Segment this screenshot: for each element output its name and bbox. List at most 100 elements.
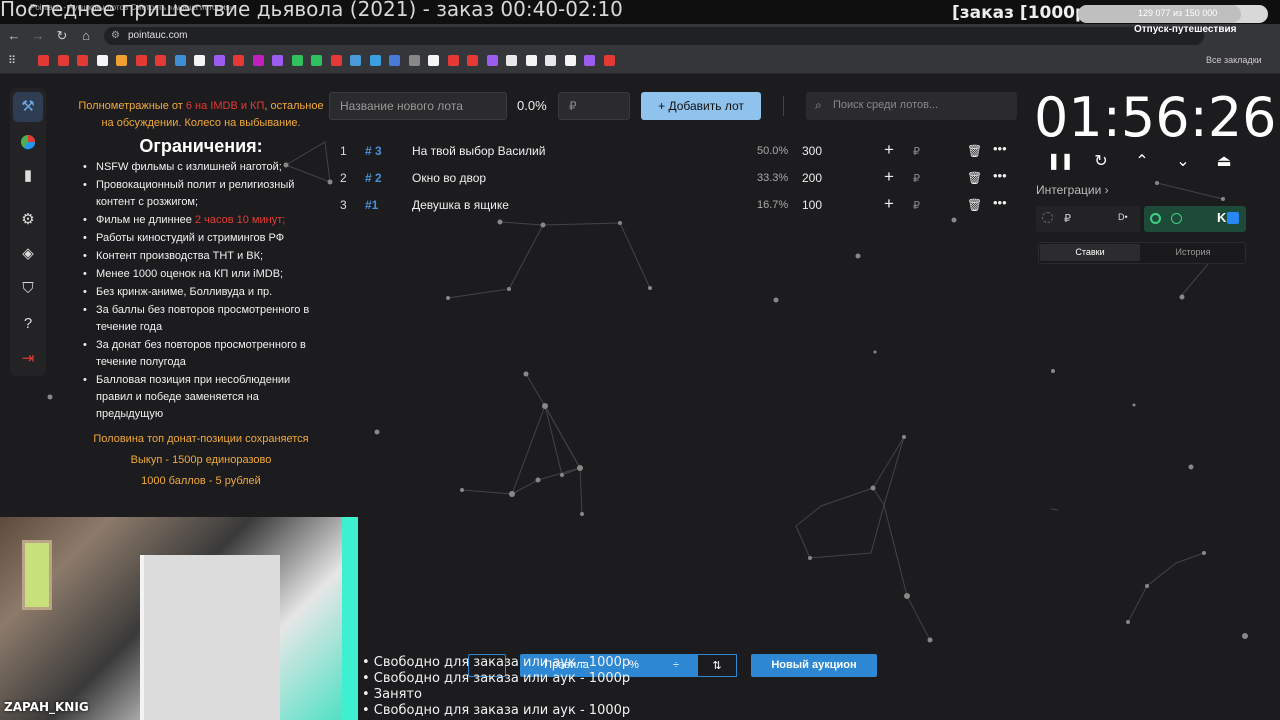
trash-icon[interactable]: 🗑 [967,198,982,212]
lot-amount[interactable]: 200 [802,171,822,185]
logout-icon[interactable]: ⇥ [10,343,46,375]
chevron-down-icon[interactable]: ⌄ [1171,150,1195,174]
new-auction-button[interactable]: Новый аукцион [751,654,877,677]
bookmark-icon[interactable] [174,55,186,66]
bookmark-icon[interactable] [486,55,498,66]
lot-amount[interactable]: 300 [802,144,822,158]
vk-icon[interactable] [1227,212,1239,224]
integration-card-vk[interactable]: K [1144,206,1246,232]
settings-icon[interactable]: ⚙ [10,204,46,236]
bookmark-icon[interactable] [194,55,205,66]
lot-code: # 3 [365,144,382,158]
add-to-lot-button[interactable]: + [884,167,894,187]
lot-name[interactable]: На твой выбор Василий [412,144,545,158]
add-to-lot-button[interactable]: + [884,194,894,214]
bookmark-icon[interactable] [272,55,283,66]
bookmark-icon[interactable] [135,55,147,66]
bookmark-icon[interactable] [291,55,303,66]
trash-icon[interactable]: 🗑 [967,144,982,158]
bookmark-icon[interactable] [96,55,108,66]
bookmark-icon[interactable] [564,55,576,66]
lot-index: 3 [340,198,347,212]
bookmark-icon[interactable] [155,55,166,66]
chevron-up-icon[interactable]: ⌃ [1130,150,1154,174]
rules-item: Без кринж-аниме, Болливуда и пр. [76,284,326,301]
bookmark-icon[interactable] [330,55,342,66]
lot-name[interactable]: Окно во двор [412,171,486,185]
rules-item: Фильм не длиннее 2 часов 10 минут; [76,212,326,229]
bookmark-icon[interactable] [116,55,127,66]
lot-amount[interactable]: 100 [802,198,822,212]
slot-line: • Свободно для заказа или аук - 1000р [362,655,631,670]
bookmark-icon[interactable] [408,55,420,66]
lot-amount-input[interactable]: ₽ [558,92,630,120]
bookmark-icon[interactable] [311,55,322,66]
eject-icon[interactable]: ⏏ [1212,150,1236,174]
more-icon[interactable]: ••• [993,141,1007,156]
restart-icon[interactable]: ↻ [1089,150,1113,174]
ruble-icon: ₽ [913,146,920,158]
lot-search-placeholder: Поиск среди лотов... [833,99,939,111]
bookmark-icon[interactable] [506,55,517,66]
rules-item: Работы киностудий и стримингов РФ [76,230,326,247]
refresh-icon[interactable] [1171,213,1182,224]
shield-icon[interactable]: ⛉ [10,273,46,305]
more-icon[interactable]: ••• [993,195,1007,210]
gavel-icon[interactable]: ⚒ [10,91,46,123]
slot-list-overlay: • Свободно для заказа или аук - 1000р • … [362,655,630,719]
lot-code: #1 [365,198,379,212]
url-field[interactable] [104,27,1204,45]
bookmark-icon[interactable] [545,55,556,66]
donation-alerts-icon[interactable]: D• [1118,212,1128,222]
rules-item: Менее 1000 оценок на КП или iMDB; [76,266,326,283]
trash-icon[interactable]: 🗑 [967,171,982,185]
pause-icon[interactable]: ❚❚ [1047,150,1074,174]
bookmark-icon[interactable] [428,55,439,66]
lot-row: 2 # 2 Окно во двор 33.3% 200 + ₽ 🗑 ••• [329,165,1019,191]
apps-icon[interactable]: ⠿ [8,54,16,67]
bookmark-icon[interactable] [77,55,88,66]
lot-name[interactable]: Девушка в ящике [412,198,509,212]
bookmark-icon[interactable] [603,55,615,66]
more-icon[interactable]: ••• [993,168,1007,183]
lot-row: 3 #1 Девушка в ящике 16.7% 100 + ₽ 🗑 ••• [329,192,1019,218]
add-lot-button[interactable]: + Добавить лот [641,92,761,120]
add-to-lot-button[interactable]: + [884,140,894,160]
bookmark-icon[interactable] [350,55,361,66]
bookmark-icon[interactable] [233,55,244,66]
bookmark-icon[interactable] [369,55,381,66]
url-text[interactable]: pointauc.com [128,30,187,41]
tab-history[interactable]: История [1143,244,1243,261]
site-info-icon[interactable]: ⚙ [111,30,120,41]
reload-icon[interactable]: ↻ [53,27,71,45]
rules-intro-pre: Полнометражные от [78,100,186,112]
bookmark-icon[interactable] [57,55,69,66]
bookmarks-bar [0,48,1280,74]
bookmark-icon[interactable] [213,55,225,66]
bookmark-icon[interactable] [389,55,400,66]
rules-intro-rating: 6 на IMDB и КП [185,100,265,112]
forward-icon[interactable]: → [29,27,47,45]
sort-button[interactable]: ⇅ [697,654,737,677]
bookmark-icon[interactable] [584,55,595,66]
divide-button[interactable]: ÷ [655,654,697,677]
vk-play-icon[interactable]: K [1217,210,1226,225]
tab-bets[interactable]: Ставки [1040,244,1140,261]
integrations-toggle[interactable]: Интеграции › [1036,183,1109,197]
bookmark-icon[interactable] [252,55,264,66]
bar-chart-icon[interactable]: ▮ [10,160,46,192]
lot-percent: 33.3% [757,172,789,184]
help-icon[interactable]: ? [10,308,46,340]
bookmark-icon[interactable] [447,55,459,66]
all-bookmarks-link[interactable]: Все закладки [1206,55,1262,65]
layers-icon[interactable]: ◈ [10,238,46,270]
home-icon[interactable]: ⌂ [77,27,95,45]
lot-name-input[interactable]: Название нового лота [329,92,507,120]
bookmark-icon[interactable] [38,55,49,66]
back-icon[interactable]: ← [5,27,23,45]
rules-list: NSFW фильмы с излишней наготой;Провокаци… [76,159,326,423]
integration-card-donate[interactable]: ₽ D• [1036,206,1140,232]
bookmark-icon[interactable] [525,55,537,66]
pie-chart-icon[interactable] [10,126,46,158]
bookmark-icon[interactable] [467,55,478,66]
